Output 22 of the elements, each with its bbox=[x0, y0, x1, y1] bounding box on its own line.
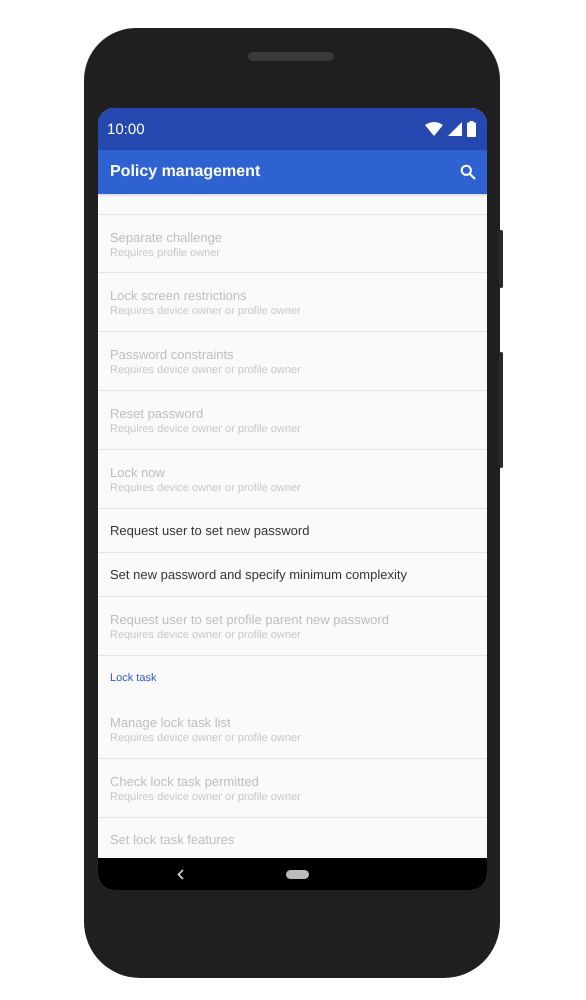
item-title: Reset password bbox=[110, 405, 204, 422]
status-time: 10:00 bbox=[107, 120, 145, 138]
item-title: Separate challenge bbox=[110, 228, 224, 246]
wifi-icon bbox=[425, 122, 443, 136]
signal-icon bbox=[448, 122, 462, 136]
item-title: Request user to set profile parent new password bbox=[110, 611, 390, 628]
item-title: Request user to set new password bbox=[110, 522, 310, 539]
battery-icon bbox=[467, 121, 476, 137]
back-icon[interactable] bbox=[177, 868, 184, 880]
item-title: Set lock task features bbox=[110, 831, 236, 848]
item-title: Set new password and specify minimum complexity bbox=[110, 566, 408, 583]
item-title: Password constraints bbox=[110, 346, 235, 363]
item-title: Lock now bbox=[110, 464, 166, 481]
section-header: Lock task bbox=[110, 672, 156, 684]
list-item[interactable]: Set new password and specify minimum complexity bbox=[98, 553, 487, 597]
app-title: Policy management bbox=[110, 163, 260, 181]
search-icon[interactable] bbox=[460, 164, 476, 180]
item-title: Manage lock task list bbox=[110, 714, 232, 731]
item-title: Lock screen restrictions bbox=[110, 287, 248, 304]
list-item[interactable]: Request user to set new password bbox=[98, 509, 487, 553]
item-title: Check lock task permitted bbox=[110, 773, 260, 790]
home-button[interactable] bbox=[286, 870, 309, 878]
